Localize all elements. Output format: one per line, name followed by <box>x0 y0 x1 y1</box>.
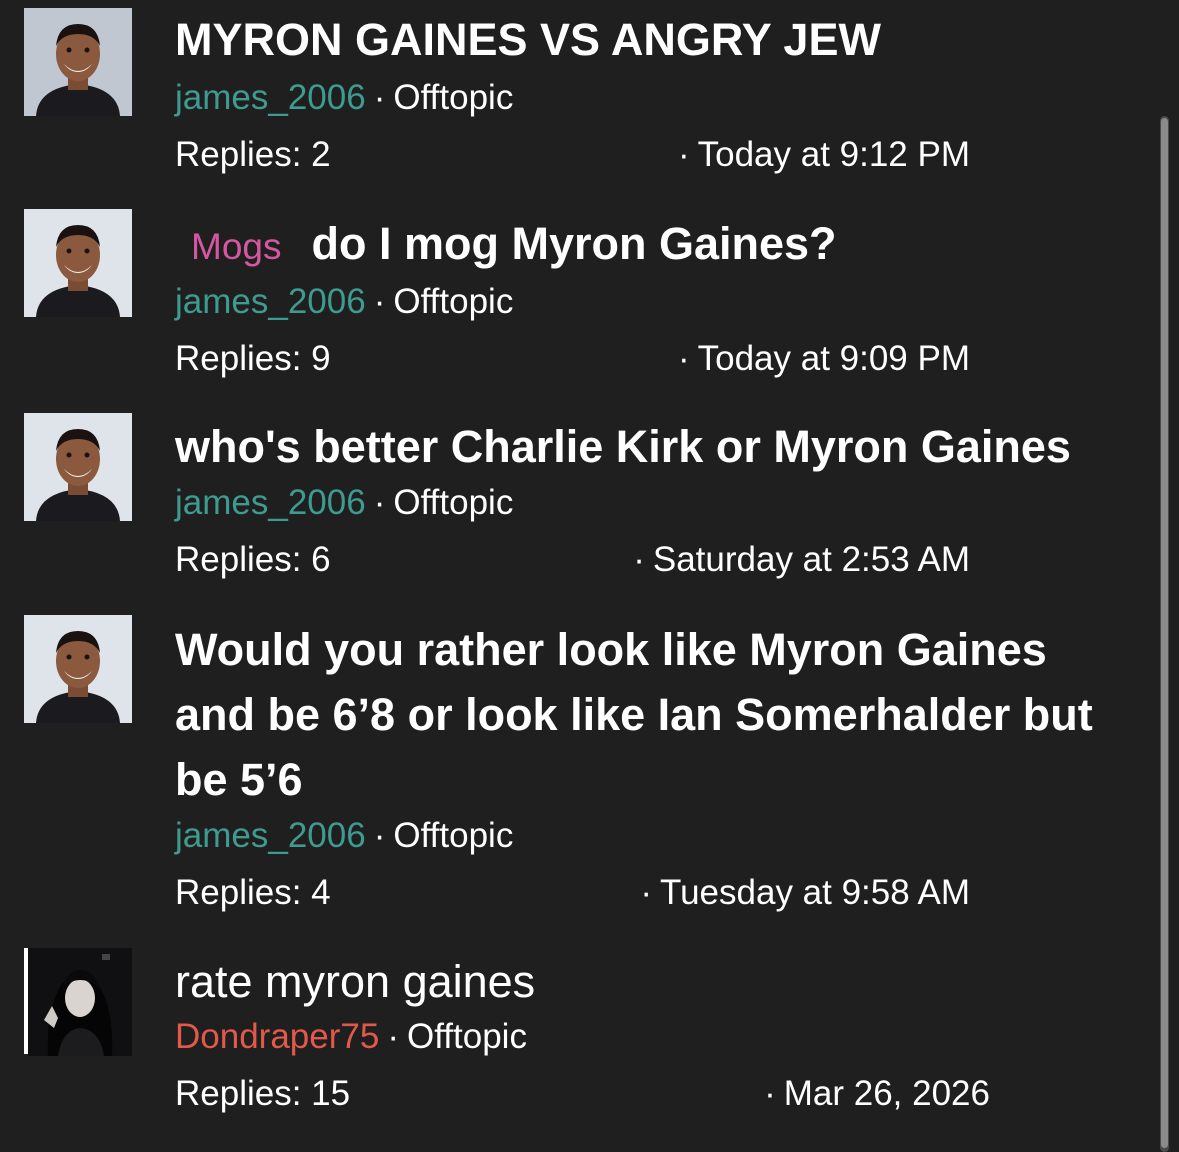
last-post-date-text[interactable]: Mar 26, 2026 <box>784 1074 990 1113</box>
meta-separator: · <box>764 1074 776 1113</box>
thread-meta: james_2006 · Offtopic <box>175 483 513 523</box>
thread-title[interactable]: MYRON GAINES VS ANGRY JEW <box>175 8 1160 72</box>
meta-separator: · <box>373 78 386 117</box>
meta-separator: · <box>640 873 652 912</box>
reply-count: Replies: 6 <box>175 540 331 579</box>
forum-link[interactable]: Offtopic <box>393 78 513 117</box>
man-avatar-icon <box>24 615 132 723</box>
thread-item[interactable]: Mogs do I mog Myron Gaines? james_2006 · Of… <box>0 200 1160 405</box>
thread-author-link[interactable]: james_2006 <box>175 78 366 117</box>
woman-avatar-icon <box>28 948 132 1056</box>
thread-item[interactable]: who's better Charlie Kirk or Myron Gaine… <box>0 405 1160 605</box>
thread-prefix-badge[interactable]: Mogs <box>191 226 281 267</box>
thread-title-line[interactable]: and be 6’8 or look like Ian Somerhalder … <box>175 682 1160 747</box>
last-post-date[interactable]: · Mar 26, 2026 <box>756 1074 990 1114</box>
scrollbar[interactable] <box>1160 116 1169 1152</box>
thread-meta: james_2006 · Offtopic <box>175 282 513 322</box>
avatar[interactable] <box>24 209 132 317</box>
forum-link[interactable]: Offtopic <box>393 483 513 522</box>
last-post-date-text[interactable]: Tuesday at 9:58 AM <box>660 873 970 912</box>
thread-title-text[interactable]: do I mog Myron Gaines? <box>311 218 836 269</box>
last-post-date[interactable]: · Today at 9:12 PM <box>670 135 970 175</box>
meta-separator: · <box>677 339 690 378</box>
avatar[interactable] <box>28 948 132 1056</box>
thread-meta: james_2006 · Offtopic <box>175 78 513 118</box>
avatar[interactable] <box>24 8 132 116</box>
avatar[interactable] <box>24 413 132 521</box>
meta-separator: · <box>373 816 386 855</box>
last-post-date-text[interactable]: Saturday at 2:53 AM <box>653 540 970 579</box>
reply-count: Replies: 15 <box>175 1074 351 1113</box>
man-avatar-icon <box>24 8 132 116</box>
forum-link[interactable]: Offtopic <box>393 816 513 855</box>
last-post-date[interactable]: · Saturday at 2:53 AM <box>625 540 970 580</box>
meta-separator: · <box>387 1017 399 1056</box>
man-avatar-icon <box>24 413 132 521</box>
meta-separator: · <box>373 483 386 522</box>
last-post-date[interactable]: · Tuesday at 9:58 AM <box>632 873 970 913</box>
thread-title-line[interactable]: Would you rather look like Myron Gaines <box>175 617 1160 682</box>
thread-item[interactable]: MYRON GAINES VS ANGRY JEW james_2006 · Off… <box>0 0 1160 200</box>
last-post-date[interactable]: · Today at 9:09 PM <box>670 339 970 379</box>
thread-item[interactable]: Would you rather look like Myron Gaines … <box>0 605 1160 940</box>
forum-link[interactable]: Offtopic <box>407 1017 527 1056</box>
meta-separator: · <box>677 135 690 174</box>
thread-item[interactable]: rate myron gaines Dondraper75 · Offtopic R… <box>0 940 1160 1152</box>
reply-count: Replies: 2 <box>175 135 331 174</box>
thread-title-text[interactable]: rate myron gaines <box>175 956 535 1007</box>
reply-count: Replies: 4 <box>175 873 331 912</box>
last-post-date-text[interactable]: Today at 9:09 PM <box>698 339 970 378</box>
scrollbar-thumb[interactable] <box>1161 118 1168 1148</box>
thread-author-link[interactable]: james_2006 <box>175 483 366 522</box>
man-avatar-icon <box>24 209 132 317</box>
thread-title[interactable]: who's better Charlie Kirk or Myron Gaine… <box>175 415 1160 479</box>
thread-title-text[interactable]: MYRON GAINES VS ANGRY JEW <box>175 14 881 65</box>
forum-link[interactable]: Offtopic <box>393 282 513 321</box>
thread-author-link[interactable]: james_2006 <box>175 816 366 855</box>
thread-title[interactable]: Mogs do I mog Myron Gaines? <box>175 212 1160 279</box>
thread-title[interactable]: Would you rather look like Myron Gaines … <box>175 617 1160 812</box>
thread-meta: Dondraper75 · Offtopic <box>175 1017 527 1057</box>
thread-author-link[interactable]: Dondraper75 <box>175 1017 379 1056</box>
avatar[interactable] <box>24 615 132 723</box>
thread-author-link[interactable]: james_2006 <box>175 282 366 321</box>
thread-meta: james_2006 · Offtopic <box>175 816 513 856</box>
last-post-date-text[interactable]: Today at 9:12 PM <box>698 135 970 174</box>
meta-separator: · <box>633 540 645 579</box>
thread-title-line[interactable]: be 5’6 <box>175 747 1160 812</box>
reply-count: Replies: 9 <box>175 339 331 378</box>
thread-title-text[interactable]: who's better Charlie Kirk or Myron Gaine… <box>175 421 1071 472</box>
meta-separator: · <box>373 282 386 321</box>
thread-title[interactable]: rate myron gaines <box>175 950 1160 1014</box>
